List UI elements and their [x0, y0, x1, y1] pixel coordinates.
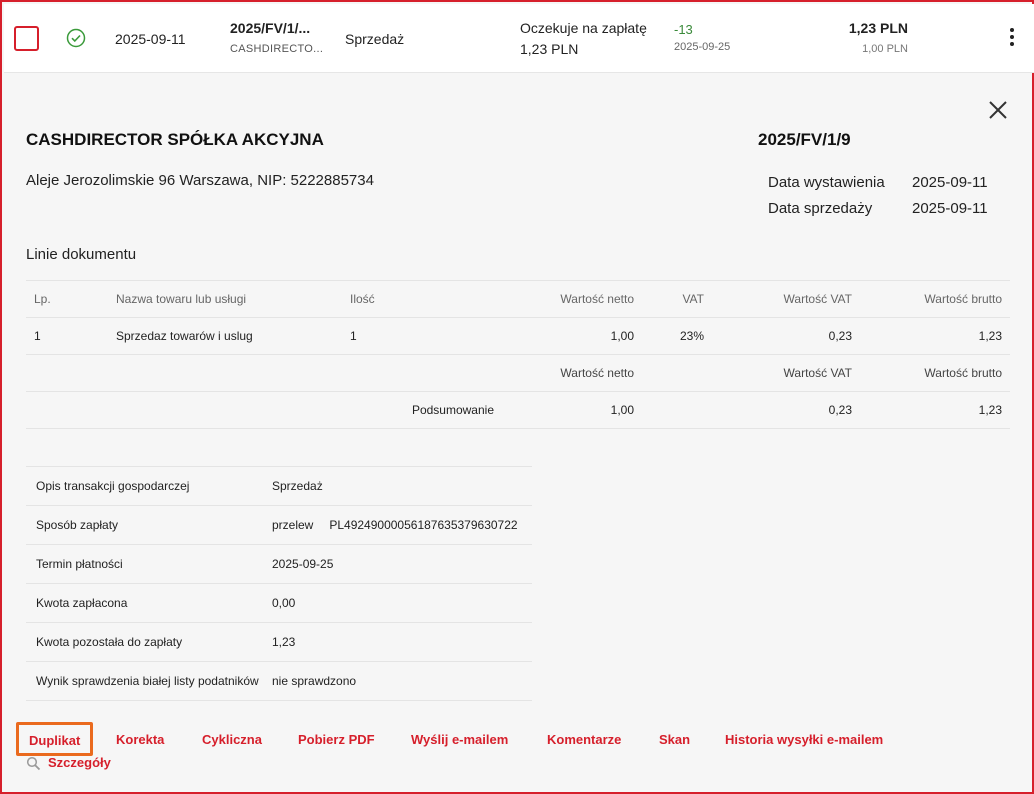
document-lines-table: Lp. Nazwa towaru lub usługi Ilość Wartoś… — [26, 280, 1010, 429]
col-header-vat-value: Wartość VAT — [712, 280, 860, 318]
row-payment-amount: 1,23 PLN — [520, 41, 579, 57]
cyclic-link[interactable]: Cykliczna — [202, 732, 262, 747]
col-header-lp: Lp. — [26, 280, 108, 318]
seller-address: Aleje Jerozolimskie 96 Warszawa, NIP: 52… — [26, 172, 374, 189]
cell-lp: 1 — [26, 317, 108, 355]
summary-header-gross: Wartość brutto — [860, 354, 1010, 392]
check-circle-icon — [66, 28, 86, 48]
remaining-label: Kwota pozostała do zapłaty — [26, 622, 262, 662]
col-header-net: Wartość netto — [502, 280, 642, 318]
close-icon[interactable] — [987, 99, 1009, 121]
details-link[interactable]: Szczegóły — [26, 755, 111, 771]
document-lines-title: Linie dokumentu — [26, 246, 137, 263]
send-email-link[interactable]: Wyślij e-mailem — [411, 732, 508, 747]
seller-name: CASHDIRECTOR SPÓŁKA AKCYJNA — [26, 130, 324, 149]
cell-qty: 1 — [342, 317, 502, 355]
issue-date-label: Data wystawienia — [768, 174, 885, 191]
search-icon — [26, 756, 41, 771]
detail-row: Opis transakcji gospodarczej Sprzedaż — [26, 466, 532, 506]
row-payment-status: Oczekuje na zapłatę — [520, 20, 647, 36]
summary-header-row: Wartość netto Wartość VAT Wartość brutto — [26, 354, 1010, 392]
payment-method-value: przelew — [272, 518, 314, 532]
table-row: 1 Sprzedaz towarów i uslug 1 1,00 23% 0,… — [26, 317, 1010, 355]
more-options-icon[interactable] — [1008, 28, 1016, 52]
correction-link[interactable]: Korekta — [116, 732, 164, 747]
row-issue-date: 2025-09-11 — [115, 31, 186, 47]
due-label: Termin płatności — [26, 544, 262, 584]
transaction-label: Opis transakcji gospodarczej — [26, 466, 262, 506]
invoice-details-table: Opis transakcji gospodarczej Sprzedaż Sp… — [26, 466, 532, 701]
summary-row: Podsumowanie 1,00 0,23 1,23 — [26, 391, 1010, 429]
detail-row: Kwota zapłacona 0,00 — [26, 583, 532, 623]
cell-vat-value: 0,23 — [712, 317, 860, 355]
transaction-value: Sprzedaż — [262, 466, 532, 506]
details-link-label: Szczegóły — [48, 755, 111, 770]
summary-label: Podsumowanie — [342, 391, 502, 429]
detail-row: Wynik sprawdzenia białej listy podatnikó… — [26, 661, 532, 701]
col-header-gross: Wartość brutto — [860, 280, 1010, 318]
comments-link[interactable]: Komentarze — [547, 732, 621, 747]
detail-row: Termin płatności 2025-09-25 — [26, 544, 532, 584]
detail-row: Sposób zapłaty przelew PL4924900005618763… — [26, 505, 532, 545]
download-pdf-link[interactable]: Pobierz PDF — [298, 732, 375, 747]
row-checkbox[interactable] — [14, 26, 39, 51]
payment-method-label: Sposób zapłaty — [26, 505, 262, 545]
row-days-to-due: -13 — [674, 22, 693, 37]
cell-net: 1,00 — [502, 317, 642, 355]
row-contractor: CASHDIRECTO... — [230, 43, 324, 55]
sale-date-label: Data sprzedaży — [768, 200, 873, 217]
paid-label: Kwota zapłacona — [26, 583, 262, 623]
due-value: 2025-09-25 — [262, 544, 532, 584]
col-header-name: Nazwa towaru lub usługi — [108, 280, 342, 318]
duplicate-link[interactable]: Duplikat — [16, 722, 94, 756]
invoice-list-row[interactable]: 2025-09-11 2025/FV/1/... CASHDIRECTO... … — [4, 4, 1034, 73]
row-gross-amount: 1,23 PLN — [848, 20, 908, 36]
payment-method-cell: przelew PL49249000056187635379630722 — [262, 505, 532, 545]
col-header-vat: VAT — [642, 280, 712, 318]
whitelist-value: nie sprawdzono — [262, 661, 532, 701]
invoice-panel: 2025-09-11 2025/FV/1/... CASHDIRECTO... … — [0, 0, 1034, 794]
paid-value: 0,00 — [262, 583, 532, 623]
whitelist-label: Wynik sprawdzenia białej listy podatnikó… — [26, 661, 262, 701]
summary-net: 1,00 — [502, 391, 642, 429]
sale-date-value: 2025-09-11 — [912, 200, 988, 217]
summary-gross: 1,23 — [860, 391, 1010, 429]
email-history-link[interactable]: Historia wysyłki e-mailem — [725, 732, 883, 747]
row-document-type: Sprzedaż — [345, 31, 405, 47]
cell-gross: 1,23 — [860, 317, 1010, 355]
detail-row: Kwota pozostała do zapłaty 1,23 — [26, 622, 532, 662]
row-document-number[interactable]: 2025/FV/1/... — [230, 20, 310, 36]
summary-header-vat-value: Wartość VAT — [712, 354, 860, 392]
issue-date-value: 2025-09-11 — [912, 174, 988, 191]
col-header-qty: Ilość — [342, 280, 502, 318]
summary-vat-value: 0,23 — [712, 391, 860, 429]
table-header-row: Lp. Nazwa towaru lub usługi Ilość Wartoś… — [26, 280, 1010, 318]
row-due-date: 2025-09-25 — [674, 41, 731, 53]
remaining-value: 1,23 — [262, 622, 532, 662]
summary-header-net: Wartość netto — [502, 354, 642, 392]
row-net-amount: 1,00 PLN — [862, 43, 908, 55]
invoice-number: 2025/FV/1/9 — [758, 130, 851, 149]
cell-name: Sprzedaz towarów i uslug — [108, 317, 342, 355]
scan-link[interactable]: Skan — [659, 732, 690, 747]
bank-account: PL49249000056187635379630722 — [329, 518, 518, 532]
cell-vat: 23% — [642, 317, 712, 355]
